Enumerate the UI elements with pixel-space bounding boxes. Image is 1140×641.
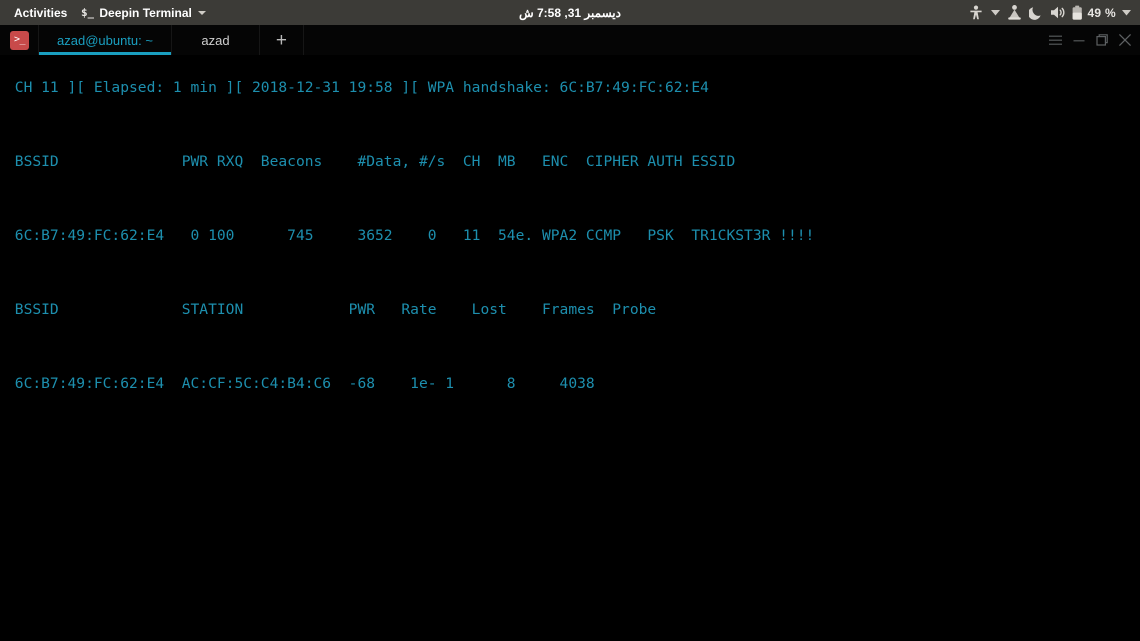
activities-button[interactable]: Activities — [7, 0, 74, 25]
tab-azad[interactable]: azad — [172, 25, 260, 55]
battery-icon[interactable] — [1069, 0, 1085, 25]
airodump-output: CH 11 ][ Elapsed: 1 min ][ 2018-12-31 19… — [14, 79, 815, 392]
close-button[interactable] — [1113, 25, 1136, 55]
clock[interactable]: ديسمبر 31, 7:58 ش — [519, 6, 621, 20]
night-light-moon-icon[interactable] — [1025, 0, 1047, 25]
battery-percent-label: 49 % — [1087, 5, 1116, 20]
terminal-titlebar: >_ azad@ubuntu: ~ azad + — [0, 25, 1140, 55]
new-tab-button[interactable]: + — [260, 25, 304, 55]
chevron-down-icon — [197, 10, 206, 15]
menu-button[interactable] — [1044, 25, 1067, 55]
maximize-button[interactable] — [1090, 25, 1113, 55]
system-status-area[interactable]: 49 % — [965, 0, 1134, 25]
tab-strip: azad@ubuntu: ~ azad — [38, 25, 260, 55]
terminal-window: >_ azad@ubuntu: ~ azad + CH 11][Elapse… — [0, 25, 1140, 641]
accessibility-icon[interactable] — [965, 0, 987, 25]
chevron-down-icon[interactable] — [1118, 0, 1134, 25]
tab-label: azad@ubuntu: ~ — [57, 32, 153, 48]
gnome-top-bar: Activities $_ Deepin Terminal ديسمبر 31,… — [0, 0, 1140, 25]
terminal-app-icon: $_ — [81, 6, 94, 19]
chevron-down-icon[interactable] — [987, 0, 1003, 25]
app-menu-button[interactable]: $_ Deepin Terminal — [74, 0, 212, 25]
top-bar-left-group: Activities $_ Deepin Terminal — [0, 0, 213, 25]
tracker-icon[interactable] — [1003, 0, 1025, 25]
plus-icon: + — [275, 29, 288, 51]
svg-text:$_: $_ — [81, 6, 94, 19]
window-controls — [1044, 25, 1136, 55]
app-menu-label: Deepin Terminal — [99, 5, 192, 20]
terminal-prompt-icon: >_ — [9, 30, 29, 50]
terminal-app-logo: >_ — [0, 25, 38, 55]
tab-azad-ubuntu[interactable]: azad@ubuntu: ~ — [38, 25, 172, 55]
tab-label: azad — [201, 32, 230, 48]
minimize-button[interactable] — [1067, 25, 1090, 55]
activities-label: Activities — [14, 5, 68, 20]
terminal-screen[interactable]: CH 11 ][ Elapsed: 1 min ][ 2018-12-31 19… — [0, 55, 1140, 641]
volume-icon[interactable] — [1047, 0, 1069, 25]
